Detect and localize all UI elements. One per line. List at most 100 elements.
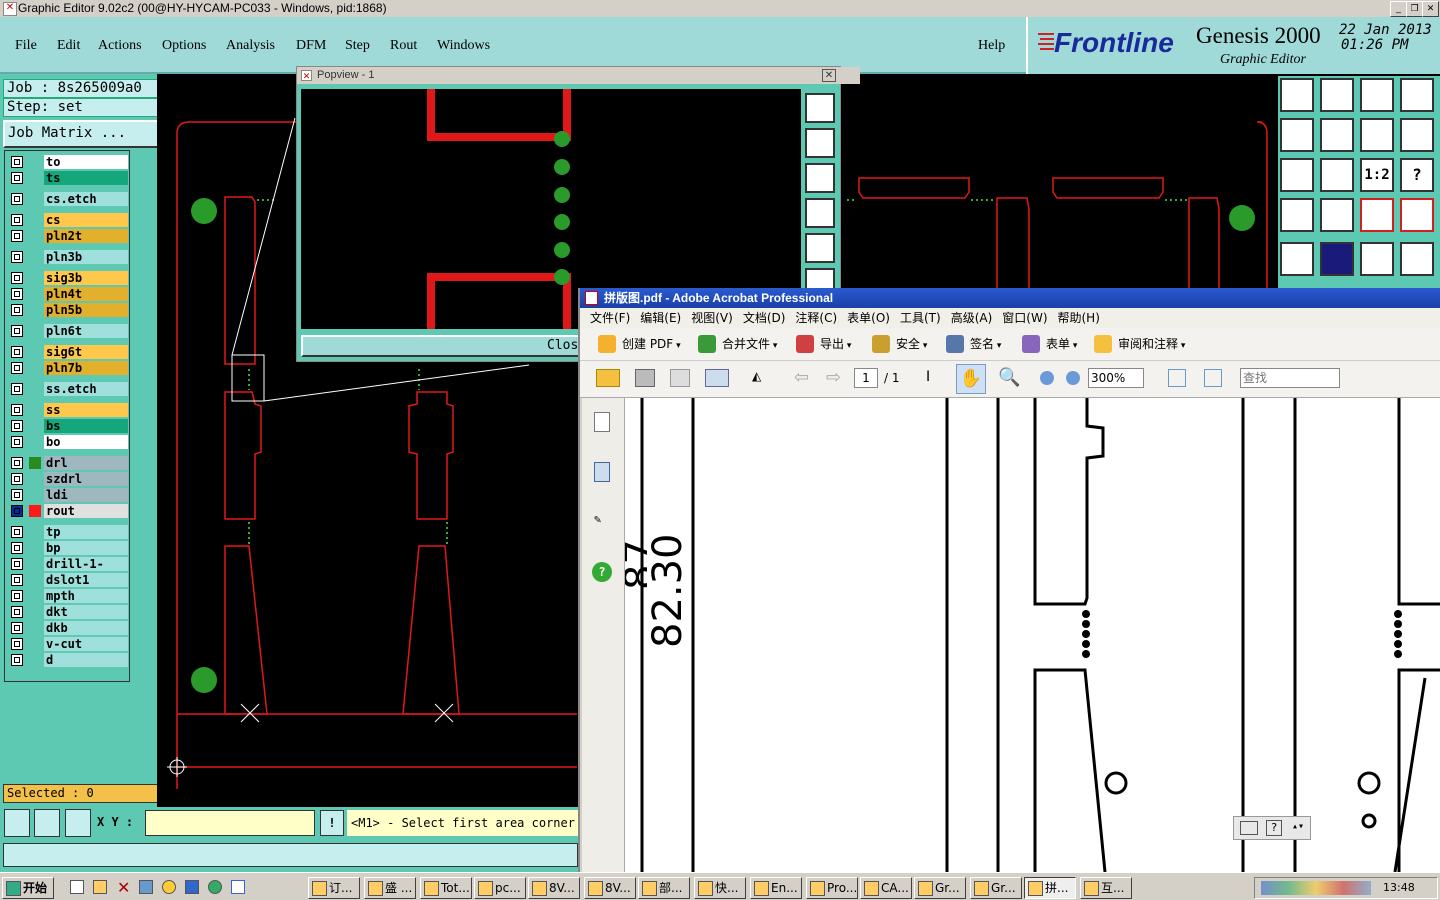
menu-options[interactable]: Options (162, 38, 206, 54)
quicklaunch-desktop-icon[interactable] (231, 880, 245, 894)
split-view-icon[interactable] (1400, 78, 1434, 112)
layer-color-swatch[interactable] (29, 288, 41, 300)
toolbar-button-3[interactable]: 安全 ▾ (870, 334, 927, 354)
xy-input[interactable] (145, 810, 315, 836)
layer-row[interactable]: to (9, 155, 128, 169)
taskbar-item[interactable]: 8V... (528, 877, 580, 899)
layer-checkbox[interactable] (11, 193, 23, 205)
layer-color-swatch[interactable] (29, 325, 41, 337)
chart-icon[interactable]: ◭ (752, 369, 770, 387)
layer-checkbox[interactable] (11, 230, 23, 242)
layer-color-swatch[interactable] (29, 193, 41, 205)
acrobat-menu-item[interactable]: 注释(C) (795, 311, 837, 325)
pan-right-icon[interactable] (1320, 118, 1354, 152)
toolbar-button-6[interactable]: 审阅和注释 ▾ (1092, 334, 1185, 354)
taskbar-item[interactable]: 拼... (1024, 877, 1076, 899)
taskbar-item[interactable]: CA... (860, 877, 912, 899)
layer-toggle-2-icon[interactable] (1400, 198, 1434, 232)
next-page-icon[interactable]: ⇨ (826, 367, 841, 388)
layer-checkbox[interactable] (11, 362, 23, 374)
zoom-out-icon[interactable] (1040, 371, 1054, 385)
layer-color-swatch[interactable] (29, 304, 41, 316)
help-tool-button[interactable]: ? (1400, 158, 1434, 192)
layer-color-swatch[interactable] (29, 436, 41, 448)
acrobat-menu-item[interactable]: 文件(F) (590, 311, 630, 325)
layer-checkbox[interactable] (11, 404, 23, 416)
layer-checkbox[interactable] (11, 272, 23, 284)
quicklaunch-paint-icon[interactable] (93, 880, 107, 894)
layer-row[interactable]: pln4t (9, 287, 128, 301)
taskbar-item[interactable]: En... (750, 877, 802, 899)
layer-color-swatch[interactable] (29, 526, 41, 538)
layer-checkbox[interactable] (11, 542, 23, 554)
info-icon[interactable]: ! (320, 810, 344, 836)
pages-icon[interactable] (594, 412, 610, 432)
layer-color-swatch[interactable] (29, 622, 41, 634)
acrobat-menu-item[interactable]: 帮助(H) (1058, 311, 1100, 325)
layer-checkbox[interactable] (11, 558, 23, 570)
layer-checkbox[interactable] (11, 288, 23, 300)
layer-color-swatch[interactable] (29, 654, 41, 666)
taskbar-item[interactable]: pc... (474, 877, 526, 899)
mode-icon-2[interactable] (34, 809, 60, 837)
layer-color-swatch[interactable] (29, 606, 41, 618)
layer-color-swatch[interactable] (29, 489, 41, 501)
menu-windows[interactable]: Windows (437, 38, 490, 54)
layer-checkbox[interactable] (11, 436, 23, 448)
layer-checkbox[interactable] (11, 156, 23, 168)
fit-width-icon[interactable] (1204, 369, 1222, 387)
acrobat-menu-item[interactable]: 窗口(W) (1002, 311, 1047, 325)
layer-color-swatch[interactable] (29, 574, 41, 586)
pan-left-icon[interactable] (1280, 118, 1314, 152)
help-icon[interactable]: ? (592, 562, 612, 582)
zoom-in-icon[interactable] (1066, 371, 1080, 385)
layer-color-swatch[interactable] (29, 172, 41, 184)
taskbar-item[interactable]: 互... (1080, 877, 1132, 899)
layer-row[interactable]: bs (9, 419, 128, 433)
layer-row[interactable]: sig3b (9, 271, 128, 285)
taskbar-item[interactable]: 订... (308, 877, 360, 899)
save-icon[interactable] (670, 369, 690, 387)
menu-actions[interactable]: Actions (98, 38, 142, 54)
settings-icon[interactable] (1280, 198, 1314, 232)
layer-checkbox[interactable] (11, 172, 23, 184)
select-text-icon[interactable]: I (926, 369, 930, 385)
layer-checkbox[interactable] (11, 420, 23, 432)
layer-color-swatch[interactable] (29, 230, 41, 242)
hand-tool-icon[interactable]: ✋ (956, 364, 986, 394)
menu-file[interactable]: File (15, 38, 37, 54)
layer-checkbox[interactable] (11, 622, 23, 634)
flip-icon[interactable] (1360, 118, 1394, 152)
options-icon[interactable]: ▴▾ (1292, 821, 1304, 832)
layer-checkbox[interactable] (11, 505, 23, 517)
acrobat-menu-item[interactable]: 表单(O) (847, 311, 890, 325)
taskbar-item[interactable]: 部... (638, 877, 690, 899)
taskbar-item[interactable]: Pro... (806, 877, 858, 899)
acrobat-menu-item[interactable]: 视图(V) (691, 311, 733, 325)
taskbar-item[interactable]: Gr... (914, 877, 966, 899)
keyboard-icon[interactable] (1240, 821, 1258, 835)
layer-row[interactable]: cs.etch (9, 192, 128, 206)
layer-color-swatch[interactable] (29, 638, 41, 650)
layer-row[interactable]: bo (9, 435, 128, 449)
layer-row[interactable]: ss.etch (9, 382, 128, 396)
fit-icon[interactable] (1280, 158, 1314, 192)
fit-page-icon[interactable] (1168, 369, 1186, 387)
layer-toggle-icon[interactable] (1360, 198, 1394, 232)
layer-row[interactable]: ss (9, 403, 128, 417)
restore-button[interactable]: ❐ (1406, 1, 1423, 17)
layer-row[interactable]: pln3b (9, 250, 128, 264)
layer-row[interactable]: sig6t (9, 345, 128, 359)
snap-icon[interactable] (1280, 242, 1314, 276)
layer-color-swatch[interactable] (29, 156, 41, 168)
layer-row[interactable]: mpth (9, 589, 128, 603)
quicklaunch-notepad-icon[interactable] (70, 880, 84, 894)
layer-color-swatch[interactable] (29, 542, 41, 554)
layer-row[interactable]: szdrl (9, 472, 128, 486)
layer-row[interactable]: cs (9, 213, 128, 227)
layer-row[interactable]: rout (9, 504, 128, 518)
layer-color-swatch[interactable] (29, 473, 41, 485)
quicklaunch-clock-icon[interactable] (162, 880, 176, 894)
layer-row[interactable]: pln2t (9, 229, 128, 243)
layer-row[interactable]: bp (9, 541, 128, 555)
